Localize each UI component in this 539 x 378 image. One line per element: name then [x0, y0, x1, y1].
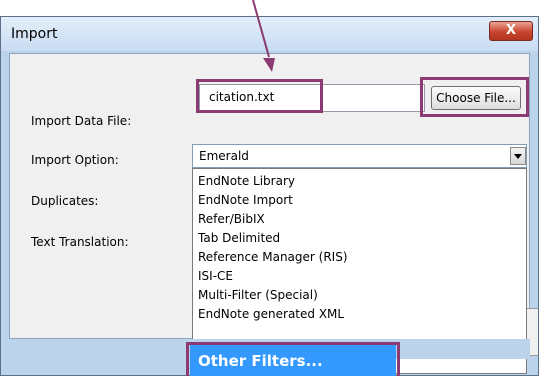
list-item[interactable]: Reference Manager (RIS) — [193, 248, 526, 267]
import-data-file-label: Import Data File: — [31, 114, 132, 128]
highlight-box-other-filters — [186, 342, 400, 376]
list-item[interactable]: EndNote generated XML — [193, 305, 526, 324]
duplicates-label: Duplicates: — [31, 194, 99, 208]
highlight-box-file-field — [196, 79, 323, 113]
list-item[interactable]: ISI-CE — [193, 267, 526, 286]
list-item[interactable]: EndNote Library — [193, 172, 526, 191]
list-item[interactable]: Tab Delimited — [193, 229, 526, 248]
list-item[interactable]: Multi-Filter (Special) — [193, 286, 526, 305]
highlight-box-choose-file — [420, 77, 529, 117]
window-title: Import — [11, 26, 58, 42]
list-item[interactable]: EndNote Import — [193, 191, 526, 210]
import-option-select[interactable]: Emerald — [192, 144, 527, 168]
close-icon[interactable]: X — [489, 21, 533, 41]
import-option-value: Emerald — [199, 149, 249, 163]
text-translation-label: Text Translation: — [31, 235, 129, 249]
list-item[interactable]: Refer/BibIX — [193, 210, 526, 229]
import-dialog: Import X Import Data File: citation.txt … — [0, 16, 539, 376]
import-option-label: Import Option: — [31, 153, 119, 167]
chevron-down-icon[interactable] — [510, 147, 526, 165]
title-bar: Import X — [1, 17, 538, 51]
